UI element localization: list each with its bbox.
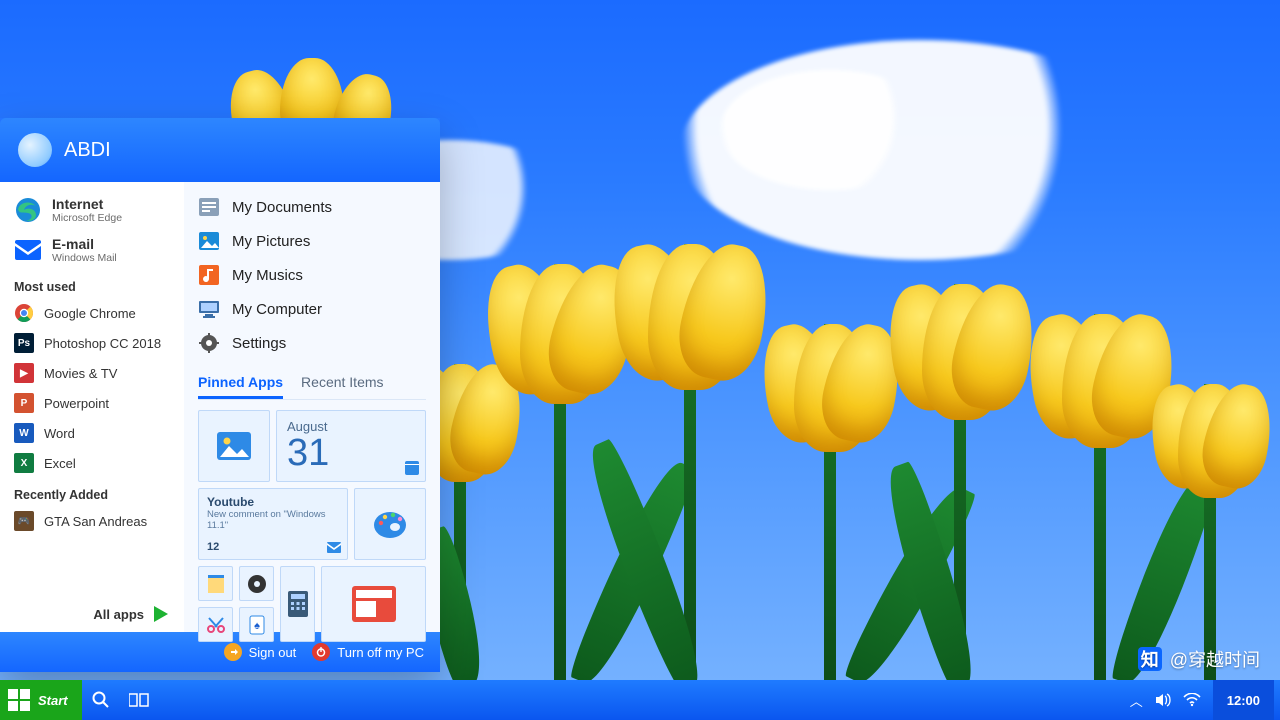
tile-calculator[interactable] — [280, 566, 315, 642]
taskbar-clock[interactable]: 12:00 — [1213, 680, 1274, 720]
word-icon: W — [14, 423, 34, 443]
link-settings[interactable]: Settings — [198, 326, 426, 360]
computer-icon — [198, 298, 220, 320]
power-icon — [312, 643, 330, 661]
edge-icon — [14, 196, 42, 224]
app-excel[interactable]: XExcel — [14, 448, 174, 478]
pictures-icon — [198, 230, 220, 252]
power-button[interactable]: Turn off my PC — [312, 643, 424, 661]
tab-pinned-apps[interactable]: Pinned Apps — [198, 368, 283, 399]
cards-icon: ♠ — [248, 614, 266, 636]
windows-logo-icon — [8, 689, 30, 711]
photoshop-icon: Ps — [14, 333, 34, 353]
calendar-icon — [405, 461, 419, 475]
tile-notepad[interactable] — [198, 566, 233, 601]
app-word[interactable]: WWord — [14, 418, 174, 448]
signout-icon — [224, 643, 242, 661]
app-chrome[interactable]: Google Chrome — [14, 298, 174, 328]
scissors-icon — [206, 615, 226, 635]
start-menu: ABDI InternetMicrosoft Edge E-mailWindow… — [0, 118, 440, 672]
user-name: ABDI — [64, 139, 111, 162]
notepad-icon — [206, 574, 226, 594]
app-movies-tv[interactable]: ▶Movies & TV — [14, 358, 174, 388]
start-right-column: My Documents My Pictures My Musics My Co… — [184, 182, 440, 632]
tiles-tabs: Pinned Apps Recent Items — [198, 368, 426, 400]
tile-photos[interactable] — [198, 410, 270, 482]
zhihu-icon: 知 — [1138, 647, 1162, 671]
app-powerpoint[interactable]: PPowerpoint — [14, 388, 174, 418]
link-pictures[interactable]: My Pictures — [198, 224, 426, 258]
gear-icon — [198, 332, 220, 354]
watermark: 知 @穿越时间 — [1138, 646, 1260, 672]
app-photoshop[interactable]: PsPhotoshop CC 2018 — [14, 328, 174, 358]
pinned-internet[interactable]: InternetMicrosoft Edge — [14, 190, 174, 230]
documents-icon — [198, 196, 220, 218]
most-used-heading: Most used — [14, 280, 174, 294]
mail-badge-icon — [327, 542, 341, 553]
start-button[interactable]: Start — [0, 680, 82, 720]
user-avatar-icon — [18, 133, 52, 167]
tile-media[interactable] — [239, 566, 274, 601]
recently-added-heading: Recently Added — [14, 488, 174, 502]
photos-tile-icon — [217, 432, 251, 460]
news-icon — [352, 586, 396, 622]
music-icon — [198, 264, 220, 286]
disc-icon — [247, 574, 267, 594]
all-apps-button[interactable]: All apps — [14, 598, 174, 624]
chrome-icon — [14, 303, 34, 323]
tile-solitaire[interactable]: ♠ — [239, 607, 274, 642]
excel-icon: X — [14, 453, 34, 473]
tray-volume-icon[interactable] — [1155, 693, 1171, 707]
tile-calendar[interactable]: August 31 — [276, 410, 426, 482]
calculator-icon — [288, 591, 308, 617]
link-musics[interactable]: My Musics — [198, 258, 426, 292]
paint-palette-icon — [371, 505, 409, 543]
system-tray: ︿ 12:00 — [1124, 680, 1280, 720]
tray-chevron-up-icon[interactable]: ︿ — [1130, 691, 1143, 710]
search-icon — [92, 691, 110, 709]
calendar-day: 31 — [287, 434, 329, 472]
tiles-grid: August 31 Youtube New comment on "Window… — [198, 410, 426, 648]
taskbar: Start ︿ 12:00 — [0, 680, 1280, 720]
taskbar-taskview[interactable] — [120, 680, 158, 720]
tile-news[interactable] — [321, 566, 426, 642]
powerpoint-icon: P — [14, 393, 34, 413]
tray-wifi-icon[interactable] — [1183, 693, 1201, 707]
tile-youtube[interactable]: Youtube New comment on "Windows 11.1" 12 — [198, 488, 348, 560]
link-computer[interactable]: My Computer — [198, 292, 426, 326]
tile-paint[interactable] — [354, 488, 426, 560]
taskbar-search[interactable] — [82, 680, 120, 720]
signout-button[interactable]: Sign out — [224, 643, 297, 661]
start-left-column: InternetMicrosoft Edge E-mailWindows Mai… — [0, 182, 184, 632]
gta-icon: 🎮 — [14, 511, 34, 531]
link-documents[interactable]: My Documents — [198, 190, 426, 224]
svg-text:♠: ♠ — [254, 620, 260, 632]
taskview-icon — [129, 692, 149, 708]
pinned-email[interactable]: E-mailWindows Mail — [14, 230, 174, 270]
tile-snip[interactable] — [198, 607, 233, 642]
mail-icon — [14, 236, 42, 264]
start-menu-header[interactable]: ABDI — [0, 118, 440, 182]
movies-icon: ▶ — [14, 363, 34, 383]
tab-recent-items[interactable]: Recent Items — [301, 368, 383, 399]
play-arrow-icon — [154, 606, 168, 622]
app-gta[interactable]: 🎮GTA San Andreas — [14, 506, 174, 536]
